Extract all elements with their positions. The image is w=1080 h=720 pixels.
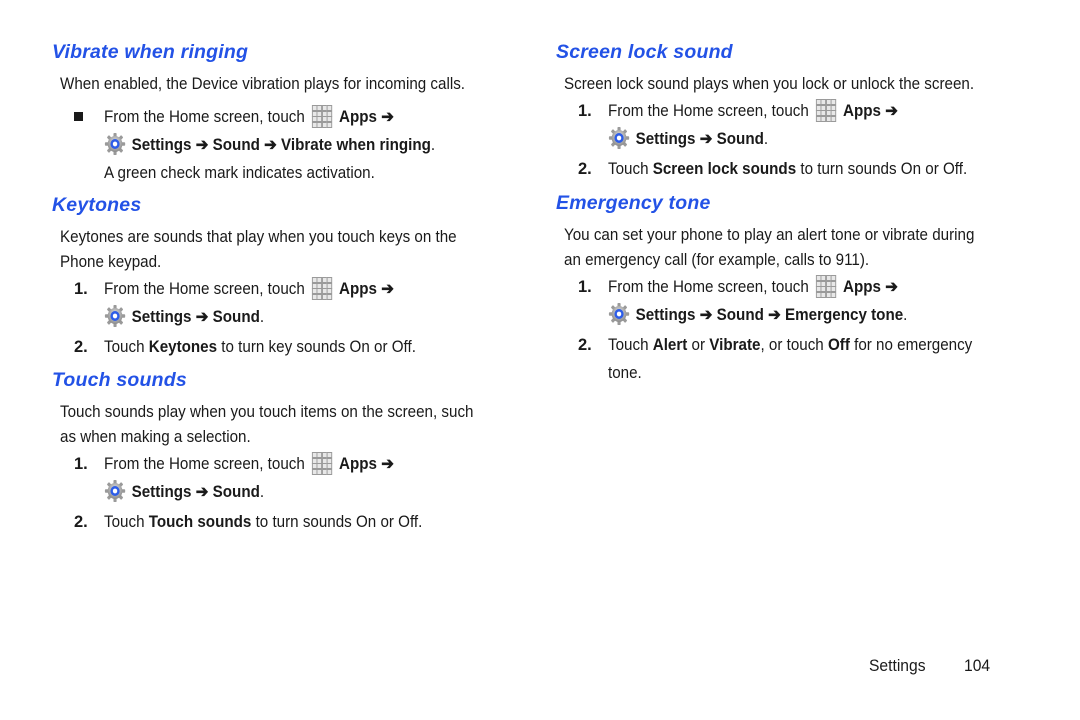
settings-gear-icon <box>104 304 126 328</box>
apps-grid-icon <box>311 452 333 475</box>
section-heading: Vibrate when ringing <box>52 41 249 63</box>
section-description-line-1: Touch sounds play when you touch items o… <box>60 403 474 421</box>
settings-gear-icon <box>608 126 630 150</box>
settings-gear-icon <box>104 132 126 156</box>
section-heading: Touch sounds <box>52 369 187 391</box>
bullet-icon <box>74 112 83 121</box>
numbered-step-1: 1. From the Home screen, touch Apps ➔ Se… <box>52 450 522 506</box>
section-heading: Screen lock sound <box>556 41 733 63</box>
section-vibrate-when-ringing: Vibrate when ringing When enabled, the D… <box>52 40 522 187</box>
section-heading: Emergency tone <box>556 192 711 214</box>
section-touch-sounds: Touch sounds Touch sounds play when you … <box>52 368 522 536</box>
numbered-step-2: 2. Touch Screen lock sounds to turn soun… <box>578 160 968 178</box>
section-description: When enabled, the Device vibration plays… <box>60 75 466 93</box>
settings-gear-icon <box>104 479 126 503</box>
numbered-step-1: 1. From the Home screen, touch Apps ➔ Se… <box>556 273 1026 329</box>
section-description-line-1: Keytones are sounds that play when you t… <box>60 228 457 246</box>
apps-grid-icon <box>311 105 333 128</box>
numbered-step-1: 1. From the Home screen, touch Apps ➔ Se… <box>52 275 522 331</box>
section-keytones: Keytones Keytones are sounds that play w… <box>52 193 522 361</box>
numbered-step-2: 2. Touch Alert or Vibrate, or touch Off … <box>578 336 973 382</box>
footer-section-name: Settings <box>869 656 926 675</box>
step-line-1: From the Home screen, touch Apps ➔ <box>104 103 489 131</box>
apps-grid-icon <box>815 275 837 298</box>
numbered-step-2: 2. Touch Touch sounds to turn sounds On … <box>74 513 423 531</box>
numbered-step-2: 2. Touch Keytones to turn key sounds On … <box>74 338 416 356</box>
apps-grid-icon <box>311 277 333 300</box>
section-description-line-2: an emergency call (for example, calls to… <box>564 251 870 269</box>
section-description: Screen lock sound plays when you lock or… <box>564 75 975 93</box>
settings-gear-icon <box>608 302 630 326</box>
section-screen-lock-sound: Screen lock sound Screen lock sound play… <box>556 40 1026 183</box>
apps-grid-icon <box>815 99 837 122</box>
section-emergency-tone: Emergency tone You can set your phone to… <box>556 191 1026 387</box>
section-description-line-2: as when making a selection. <box>60 428 251 446</box>
bullet-step: From the Home screen, touch Apps ➔ Setti… <box>52 103 522 187</box>
numbered-step-1: 1. From the Home screen, touch Apps ➔ Se… <box>556 97 1026 153</box>
page-number: 104 <box>964 656 991 675</box>
section-description-line-1: You can set your phone to play an alert … <box>564 226 975 244</box>
section-heading: Keytones <box>52 194 142 216</box>
step-note: A green check mark indicates activation. <box>104 164 375 182</box>
step-line-2: Settings ➔ Sound ➔ Vibrate when ringing. <box>104 131 489 159</box>
section-description-line-2: Phone keypad. <box>60 253 162 271</box>
